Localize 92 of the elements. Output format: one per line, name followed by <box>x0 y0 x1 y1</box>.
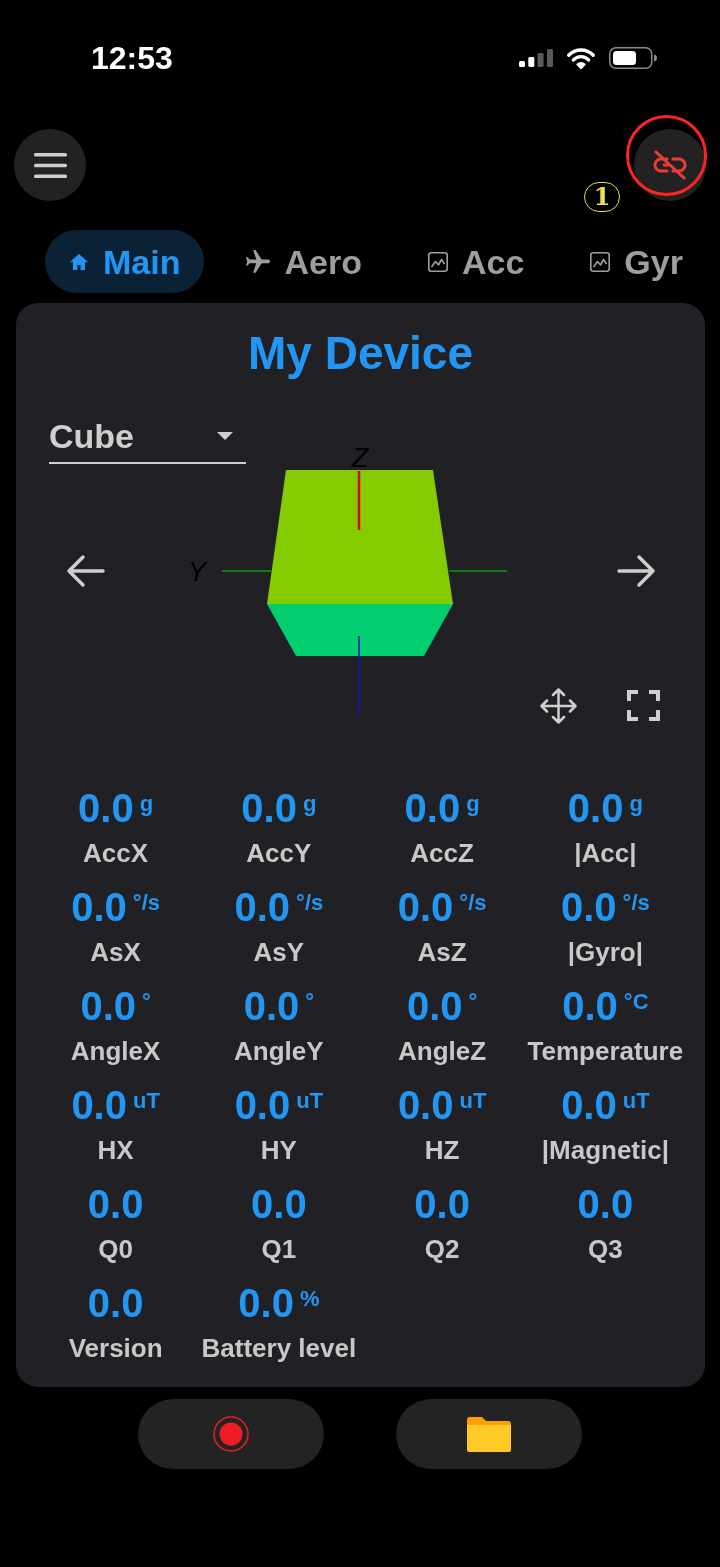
reading-value: 0.0 <box>87 1184 144 1224</box>
reading-unit: uT <box>459 1090 487 1112</box>
reading-value: 0.0 <box>397 887 454 927</box>
reading-unit: ° <box>142 991 151 1013</box>
reading-value: 0.0 <box>71 887 127 927</box>
reading-label: Q2 <box>423 1234 461 1264</box>
reading-unit: uT <box>133 1090 160 1112</box>
airplane-icon <box>246 249 271 274</box>
reading-label: AccX <box>82 838 150 868</box>
arrow-right-icon <box>617 554 656 588</box>
connection-button[interactable] <box>634 129 706 201</box>
reading-value: 0.0 <box>577 1184 634 1224</box>
reading-label: |Gyro| <box>566 937 644 967</box>
reading-label: AngleX <box>69 1036 162 1066</box>
next-button[interactable] <box>617 554 656 588</box>
home-icon <box>69 252 89 271</box>
reading-unit: uT <box>622 1090 650 1112</box>
line-chart-icon <box>427 251 448 272</box>
reading-label: HY <box>259 1135 298 1165</box>
reading-unit: °/s <box>132 892 160 914</box>
reading-value: 0.0 <box>414 1184 470 1224</box>
line-chart-icon <box>590 251 611 272</box>
reading-unit: g <box>629 793 643 815</box>
fullscreen-button[interactable] <box>627 690 660 721</box>
broken-link-icon <box>652 150 688 180</box>
reading-value: 0.0 <box>397 1085 454 1125</box>
reading-unit: % <box>299 1288 320 1310</box>
reading-value: 0.0 <box>567 788 624 828</box>
reading-value: 0.0 <box>562 986 618 1026</box>
reading-label: Q0 <box>97 1234 134 1264</box>
reading-unit: ° <box>305 991 315 1013</box>
reading-label: Q1 <box>260 1234 298 1264</box>
reading-label: |Magnetic| <box>540 1135 670 1165</box>
reading-label: |Acc| <box>573 838 638 868</box>
previous-button[interactable] <box>66 554 105 588</box>
move-icon <box>540 688 577 724</box>
reading-label: Battery level <box>200 1333 358 1363</box>
reading-unit: ° <box>468 991 478 1013</box>
pan-button[interactable] <box>540 688 577 724</box>
caret-icon <box>217 432 233 440</box>
cellular-signal-icon <box>519 49 553 67</box>
reading-label: HX <box>96 1135 135 1165</box>
axis-line <box>221 570 272 572</box>
reading-value: 0.0 <box>243 986 300 1026</box>
reading-unit: °C <box>623 991 649 1013</box>
reading-unit: g <box>302 793 317 815</box>
reading-unit: °/s <box>459 892 487 914</box>
reading-value: 0.0 <box>561 1085 617 1125</box>
reading-unit: g <box>139 793 154 815</box>
reading-value: 0.0 <box>241 788 297 828</box>
tab[interactable]: Acc <box>403 230 549 293</box>
reading-value: 0.0 <box>80 986 136 1026</box>
tab[interactable]: Aero <box>222 230 386 293</box>
record-icon <box>213 1416 249 1452</box>
reading-label: AccY <box>245 838 313 868</box>
reading-value: 0.0 <box>404 788 461 828</box>
reading-value: 0.0 <box>87 1283 144 1323</box>
reading-value: 0.0 <box>234 1085 291 1125</box>
reading-value: 0.0 <box>406 986 463 1026</box>
tab[interactable]: Main <box>45 230 205 293</box>
tab[interactable]: Gyr <box>566 230 707 293</box>
device-title: My Device <box>247 328 474 378</box>
reading-label: AsY <box>252 937 306 967</box>
menu-icon <box>33 152 67 178</box>
arrow-left-icon <box>66 554 105 588</box>
reading-label: AccZ <box>409 838 475 868</box>
reading-unit: °/s <box>296 892 324 914</box>
fullscreen-icon <box>627 690 660 721</box>
reading-unit: °/s <box>622 892 650 914</box>
reading-label: Version <box>67 1333 164 1363</box>
reading-unit: g <box>466 793 480 815</box>
reading-label: Q3 <box>587 1234 624 1264</box>
clock-time: 12:53 <box>91 42 173 74</box>
reading-label: AsX <box>89 937 142 967</box>
reading-label: AngleY <box>233 1036 325 1066</box>
axis-line <box>357 471 361 530</box>
reading-value: 0.0 <box>238 1283 294 1323</box>
folder-icon <box>467 1416 511 1452</box>
reading-label: AsZ <box>416 937 468 967</box>
reading-value: 0.0 <box>71 1085 127 1125</box>
reading-label: HZ <box>423 1135 461 1165</box>
reading-value: 0.0 <box>78 788 134 828</box>
reading-value: 0.0 <box>561 887 617 927</box>
reading-unit: uT <box>296 1090 324 1112</box>
reading-value: 0.0 <box>234 887 291 927</box>
model-select[interactable]: Cube <box>49 410 246 464</box>
axis-line <box>448 570 508 572</box>
reading-value: 0.0 <box>251 1184 307 1224</box>
reading-label: AngleZ <box>397 1036 488 1066</box>
reading-label: Temperature <box>526 1036 685 1066</box>
battery-icon <box>609 47 657 69</box>
wifi-icon <box>567 47 595 69</box>
